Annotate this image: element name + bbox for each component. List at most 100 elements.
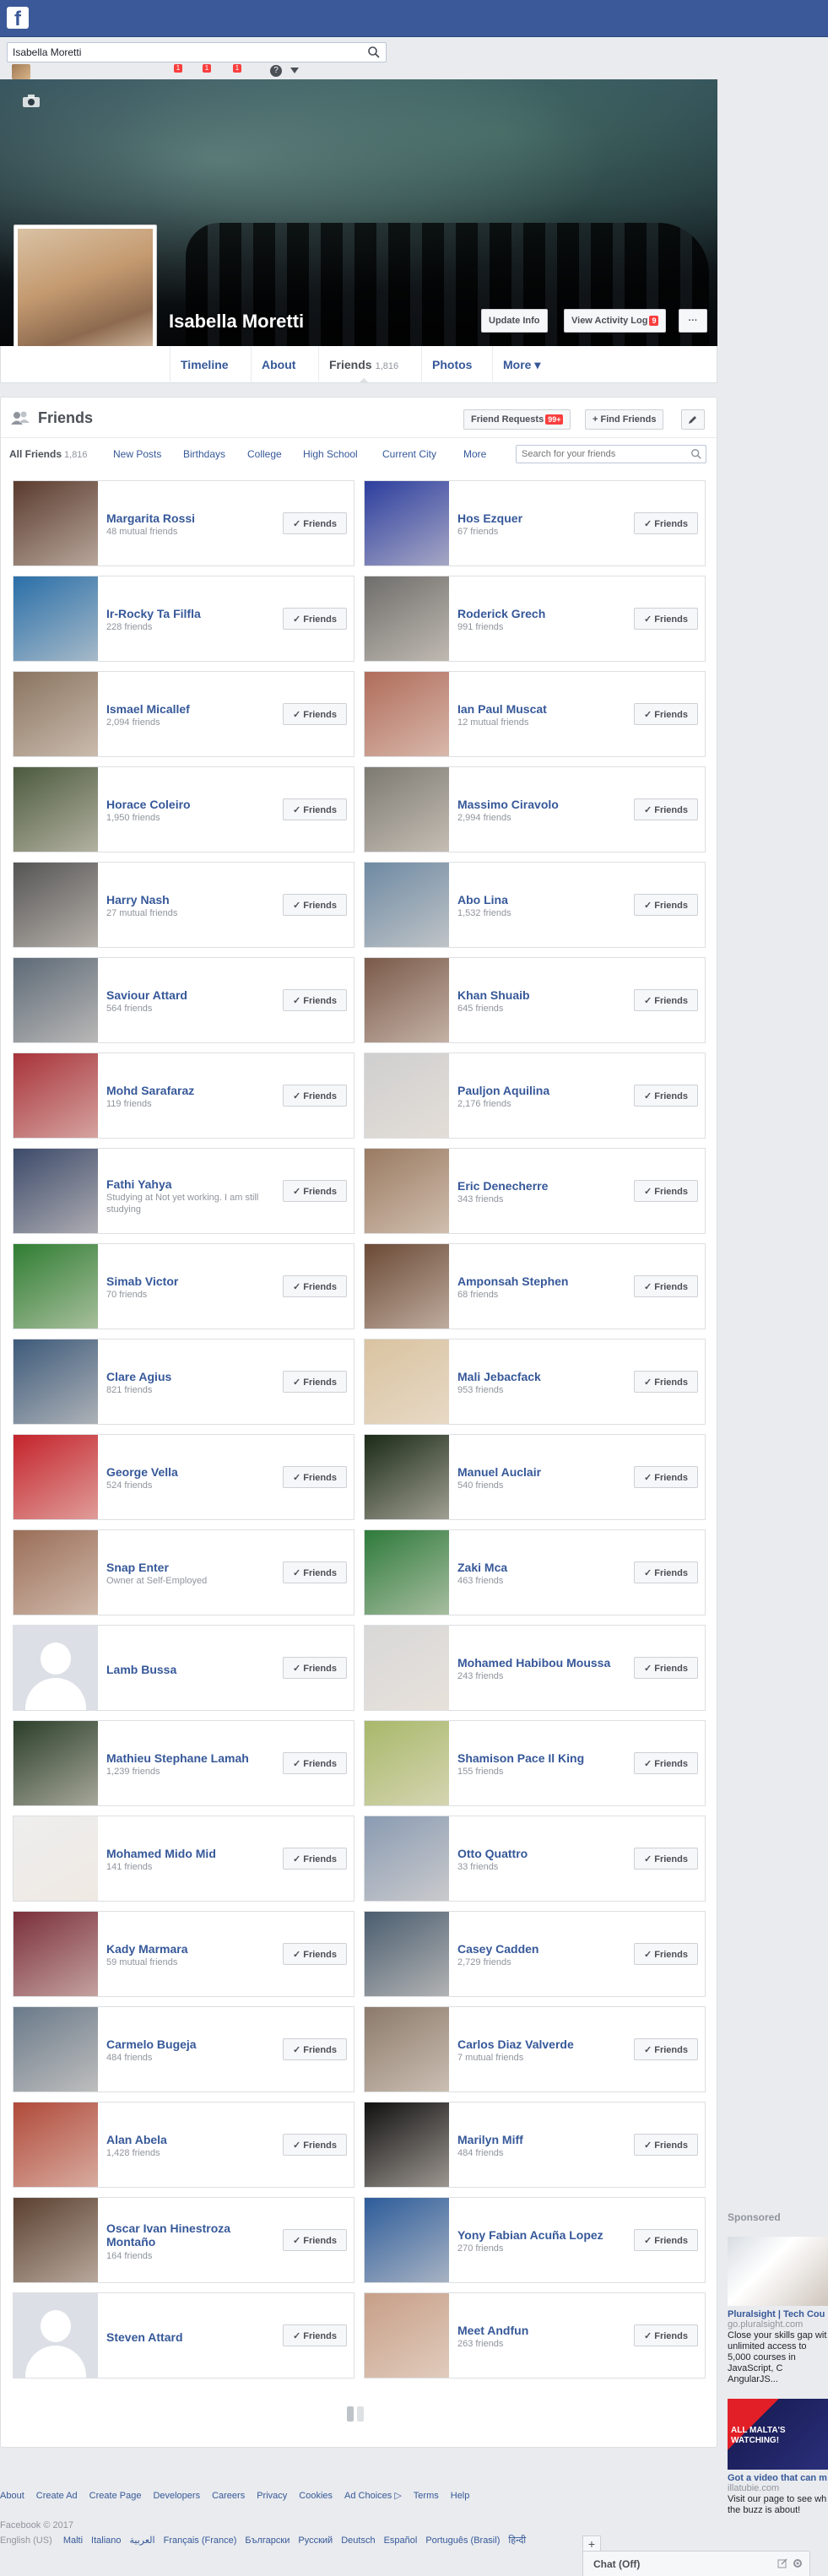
friends-status-button[interactable]: ✓ Friends (283, 1752, 347, 1774)
friend-name[interactable]: Mathieu Stephane Lamah (106, 1751, 275, 1765)
friend-photo[interactable] (365, 1530, 449, 1615)
friends-status-button[interactable]: ✓ Friends (283, 512, 347, 534)
tab-birthdays[interactable]: Birthdays (183, 448, 225, 460)
friends-status-button[interactable]: ✓ Friends (283, 2038, 347, 2060)
friend-photo[interactable] (14, 1149, 98, 1233)
friends-status-button[interactable]: ✓ Friends (283, 608, 347, 630)
gear-icon[interactable] (793, 2558, 803, 2568)
ad-headline[interactable]: Got a video that can m (728, 2473, 828, 2483)
friend-name[interactable]: Mohamed Habibou Moussa (457, 1656, 626, 1670)
friend-name[interactable]: Harry Nash (106, 893, 275, 906)
notifications-badge[interactable]: 1 (233, 64, 241, 73)
tab-college[interactable]: College (247, 448, 282, 460)
friend-name[interactable]: Amponsah Stephen (457, 1274, 626, 1288)
friends-status-button[interactable]: ✓ Friends (634, 1657, 698, 1679)
friend-name[interactable]: Hos Ezquer (457, 511, 626, 525)
ad-headline[interactable]: Pluralsight | Tech Cou (728, 2309, 828, 2319)
friend-name[interactable]: Abo Lina (457, 893, 626, 906)
friend-photo[interactable] (14, 1339, 98, 1424)
friend-name[interactable]: Simab Victor (106, 1274, 275, 1288)
friend-photo[interactable] (14, 863, 98, 947)
friend-name[interactable]: Oscar Ivan Hinestroza Montaño (106, 2222, 275, 2249)
footer-link[interactable]: About (0, 2491, 24, 2501)
footer-link[interactable]: Cookies (299, 2491, 333, 2501)
friend-requests-badge[interactable]: 1 (174, 64, 182, 73)
friend-photo[interactable] (14, 2102, 98, 2187)
search-input[interactable] (8, 43, 362, 62)
friends-status-button[interactable]: ✓ Friends (634, 989, 698, 1011)
friend-name[interactable]: Ir-Rocky Ta Filfla (106, 607, 275, 620)
friend-name[interactable]: Mali Jebacfack (457, 1370, 626, 1383)
friend-photo[interactable] (14, 1721, 98, 1805)
friend-photo[interactable] (365, 672, 449, 756)
tab-about[interactable]: About (251, 346, 306, 383)
friend-photo[interactable] (365, 1149, 449, 1233)
friends-status-button[interactable]: ✓ Friends (283, 894, 347, 916)
friends-status-button[interactable]: ✓ Friends (283, 1180, 347, 1202)
friend-photo[interactable] (365, 1244, 449, 1329)
friend-photo[interactable] (14, 1912, 98, 1996)
friends-status-button[interactable]: ✓ Friends (634, 1180, 698, 1202)
friend-name[interactable]: Khan Shuaib (457, 988, 626, 1002)
tab-photos[interactable]: Photos (421, 346, 482, 383)
footer-link[interactable]: Terms (414, 2491, 439, 2501)
friends-status-button[interactable]: ✓ Friends (634, 1752, 698, 1774)
friend-photo[interactable] (365, 2198, 449, 2282)
add-language-button[interactable]: + (582, 2535, 601, 2552)
friends-status-button[interactable]: ✓ Friends (283, 2324, 347, 2346)
friends-status-button[interactable]: ✓ Friends (283, 1943, 347, 1965)
friends-status-button[interactable]: ✓ Friends (283, 1275, 347, 1297)
friend-name[interactable]: Meet Andfun (457, 2324, 626, 2337)
friends-status-button[interactable]: ✓ Friends (283, 1657, 347, 1679)
friend-name[interactable]: Snap Enter (106, 1561, 275, 1574)
friend-name[interactable]: Carlos Diaz Valverde (457, 2038, 626, 2051)
tab-high-school[interactable]: High School (303, 448, 358, 460)
friends-status-button[interactable]: ✓ Friends (283, 2134, 347, 2156)
language-link[interactable]: Italiano (91, 2535, 121, 2546)
friend-name[interactable]: Roderick Grech (457, 607, 626, 620)
friend-name[interactable]: Horace Coleiro (106, 798, 275, 811)
friends-search[interactable] (516, 445, 706, 463)
edit-button[interactable] (681, 409, 705, 430)
friends-status-button[interactable]: ✓ Friends (634, 1275, 698, 1297)
friend-photo[interactable] (14, 1244, 98, 1329)
friend-name[interactable]: Fathi Yahya (106, 1177, 275, 1191)
friend-photo[interactable] (365, 481, 449, 566)
help-icon[interactable]: ? (270, 65, 282, 77)
friend-photo[interactable] (14, 1816, 98, 1901)
friend-name[interactable]: Kady Marmara (106, 1942, 275, 1956)
friend-name[interactable]: Steven Attard (106, 2330, 275, 2344)
friend-name[interactable]: Yony Fabian Acuña Lopez (457, 2228, 626, 2242)
footer-link[interactable]: Ad Choices ▷ (344, 2491, 402, 2501)
friend-photo[interactable] (14, 2198, 98, 2282)
friend-photo[interactable] (365, 863, 449, 947)
friend-photo[interactable] (365, 767, 449, 852)
friend-name[interactable]: George Vella (106, 1465, 275, 1479)
search-bar[interactable] (7, 42, 387, 62)
friends-status-button[interactable]: ✓ Friends (634, 1561, 698, 1583)
friends-status-button[interactable]: ✓ Friends (283, 703, 347, 725)
ad-image[interactable]: ALL MALTA'S WATCHING! (728, 2399, 828, 2470)
language-link[interactable]: Deutsch (341, 2535, 375, 2546)
language-link[interactable]: Malti (63, 2535, 83, 2546)
ad-image[interactable] (728, 2237, 828, 2306)
search-icon[interactable] (690, 448, 702, 460)
friends-status-button[interactable]: ✓ Friends (634, 798, 698, 820)
tab-more-filters[interactable]: More (463, 448, 486, 460)
friend-photo[interactable] (365, 1912, 449, 1996)
footer-link[interactable]: Create Page (89, 2491, 142, 2501)
more-options-button[interactable]: ··· (679, 309, 707, 333)
friends-status-button[interactable]: ✓ Friends (634, 894, 698, 916)
friend-photo[interactable] (365, 1816, 449, 1901)
friend-photo[interactable] (14, 1435, 98, 1519)
friends-status-button[interactable]: ✓ Friends (634, 2038, 698, 2060)
friend-photo[interactable] (365, 1721, 449, 1805)
friends-status-button[interactable]: ✓ Friends (634, 1466, 698, 1488)
friend-name[interactable]: Massimo Ciravolo (457, 798, 626, 811)
friend-name[interactable]: Zaki Mca (457, 1561, 626, 1574)
friend-name[interactable]: Ismael Micallef (106, 702, 275, 716)
friend-photo[interactable] (14, 2293, 98, 2378)
avatar[interactable] (12, 64, 30, 79)
language-link[interactable]: Български (245, 2535, 290, 2546)
friend-photo[interactable] (14, 2007, 98, 2092)
